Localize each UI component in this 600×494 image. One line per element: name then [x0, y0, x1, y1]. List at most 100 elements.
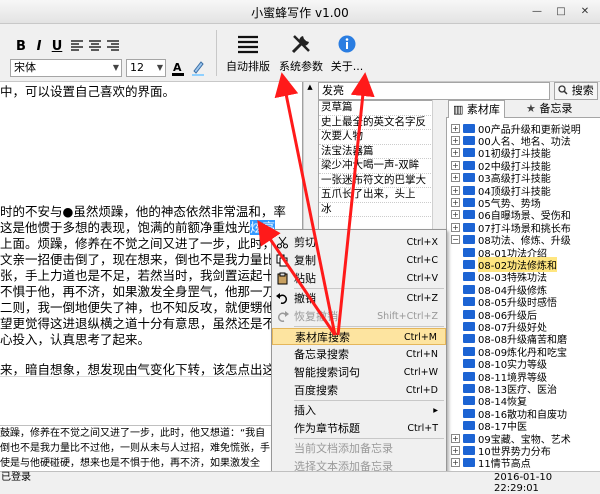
expand-icon[interactable]: +	[451, 197, 460, 207]
context-menu-item[interactable]: 智能搜索词句 Ctrl+W	[272, 364, 446, 381]
context-menu-item[interactable]: 剪切 Ctrl+X	[272, 234, 446, 251]
maximize-button[interactable]: □	[550, 3, 572, 19]
editor-area-continued[interactable]: 来，暗自想象，想发现由气变化下转，该怎点出这	[0, 356, 303, 376]
search-button[interactable]: 搜索	[554, 82, 598, 100]
paste-icon	[276, 272, 289, 285]
folder-icon	[463, 309, 475, 319]
list-item[interactable]: 五爪长了出来，头上	[319, 188, 439, 203]
auto-layout-button[interactable]: 自动排版	[222, 28, 274, 80]
folder-icon	[463, 297, 475, 307]
editor-line: 时的不安与●虽然烦躁，他的神态依然非常温和，率	[0, 204, 286, 219]
list-item[interactable]: 法宝法器篇	[319, 145, 439, 159]
expand-icon[interactable]: +	[451, 185, 460, 195]
list-item[interactable]: 梁少冲大喝一声-双眸	[319, 159, 439, 174]
folder-icon	[463, 123, 475, 133]
expand-icon[interactable]: +	[451, 123, 460, 133]
context-menu-label: 撤销	[294, 292, 316, 305]
about-button[interactable]: 关于...	[328, 28, 366, 80]
context-menu-item: 恢复撤销 Shift+Ctrl+Z	[272, 308, 446, 325]
expand-icon[interactable]: +	[451, 135, 460, 145]
expand-icon[interactable]: +	[451, 210, 460, 220]
context-menu-item[interactable]: 粘贴 Ctrl+V	[272, 270, 446, 287]
editor-area[interactable]: 中，可以设置自己喜欢的界面。 时的不安与●虽然烦躁，他的神态依然非常温和，率 这…	[0, 82, 303, 356]
toolbar-separator	[216, 30, 217, 76]
editor-line: 不惧于他，再不济，如果激发全身罡气，他那一刀	[0, 284, 276, 299]
context-menu-label: 粘贴	[294, 272, 316, 285]
tab-memo[interactable]: ★ 备忘录	[522, 100, 576, 118]
svg-text:A: A	[173, 61, 182, 74]
italic-button[interactable]: I	[32, 40, 46, 54]
expand-icon[interactable]: +	[451, 458, 460, 468]
context-menu-label: 恢复撤销	[294, 310, 338, 323]
font-size-select[interactable]: 12 ▼	[126, 59, 166, 77]
collapse-icon[interactable]: −	[451, 235, 460, 245]
context-menu-shortcut: Ctrl+D	[405, 385, 438, 396]
status-bar: 已登录 2016-01-10 22:29:01	[0, 471, 600, 494]
expand-icon[interactable]: +	[451, 222, 460, 232]
context-menu-item[interactable]: 作为章节标题 Ctrl+T	[272, 420, 446, 437]
folder-icon	[463, 160, 475, 170]
close-button[interactable]: ✕	[574, 3, 596, 19]
tree-item-label: 11情节高点	[478, 459, 531, 471]
expand-icon[interactable]: +	[451, 433, 460, 443]
tab-memo-label: 备忘录	[539, 102, 573, 115]
list-item[interactable]: 次要人物	[319, 130, 439, 145]
context-menu-shortcut: Ctrl+N	[406, 349, 438, 360]
search-icon	[558, 85, 568, 95]
list-item[interactable]: 灵草篇	[319, 101, 439, 116]
redo-icon	[276, 310, 289, 323]
context-menu-label: 智能搜索词句	[294, 366, 360, 379]
context-menu-item[interactable]: 复制 Ctrl+C	[272, 252, 446, 269]
editor-line: 文亲一招便击倒了，现在想来，倒也不是我力量比	[0, 252, 276, 267]
tools-icon	[276, 30, 326, 58]
editor-line: 来，暗自想象，想发现由气变化下转，该怎点出这	[0, 362, 276, 376]
context-menu-item[interactable]: 素材库搜索 Ctrl+M	[272, 328, 446, 345]
scroll-up-icon[interactable]: ▲	[305, 83, 315, 93]
font-color-icon[interactable]: A	[170, 59, 186, 77]
expand-icon[interactable]: +	[451, 148, 460, 158]
folder-icon	[463, 321, 475, 331]
folder-icon	[463, 148, 475, 158]
system-settings-button[interactable]: 系统参数	[276, 28, 326, 80]
menu-separator	[294, 326, 444, 327]
context-menu-shortcut: Ctrl+V	[406, 273, 438, 284]
bold-button[interactable]: B	[14, 40, 28, 54]
expand-icon[interactable]: +	[451, 445, 460, 455]
context-menu-label: 作为章节标题	[294, 422, 360, 435]
context-menu-item[interactable]: 备忘录搜索 Ctrl+N	[272, 346, 446, 363]
expand-icon[interactable]: +	[451, 160, 460, 170]
material-tree[interactable]: +00产品升级和更新说明 +00人名、地名、功法 +01初级打斗技能 +02中级打斗技…	[446, 118, 600, 471]
highlight-pen-icon[interactable]	[190, 59, 206, 77]
toolbar: B I U 宋体 ▼ 12 ▼ A 自动排版 系统参数 关于...	[0, 24, 600, 82]
align-left-icon[interactable]	[70, 40, 84, 54]
context-menu-shortcut: Ctrl+T	[407, 423, 438, 434]
font-select[interactable]: 宋体 ▼	[10, 59, 122, 77]
tree-folder-item[interactable]: +11情节高点	[451, 457, 531, 471]
book-icon: ▥	[453, 103, 464, 116]
search-input[interactable]: 发亮	[318, 82, 550, 100]
list-item[interactable]: 一张迷布符文的巴掌大	[319, 174, 439, 188]
tab-library[interactable]: ▥ 素材库	[448, 100, 505, 118]
underline-button[interactable]: U	[50, 40, 64, 54]
scissors-icon	[276, 236, 289, 249]
editor-line: 这是他惯于多想的表现，饱满的前额净重烛光炫亮	[0, 220, 276, 236]
context-menu-item[interactable]: 插入 ▸	[272, 402, 446, 419]
editor-line: 二则，我一倒地便失了神，也不知反攻，就便甥他	[0, 300, 276, 315]
info-icon	[328, 30, 366, 58]
align-justify-icon	[222, 30, 274, 58]
context-menu-item[interactable]: 百度搜索 Ctrl+D	[272, 382, 446, 399]
tab-library-label: 素材库	[466, 103, 500, 116]
align-center-icon[interactable]	[88, 40, 102, 54]
expand-icon[interactable]: +	[451, 173, 460, 183]
align-right-icon[interactable]	[106, 40, 120, 54]
folder-icon	[463, 445, 475, 455]
folder-icon	[463, 247, 475, 257]
context-menu-shortcut: Ctrl+Z	[406, 293, 438, 304]
context-menu-item[interactable]: 撤销 Ctrl+Z	[272, 290, 446, 307]
editor-line: 张，手上力道也是不足，若然当时，我剑置运起十	[0, 268, 276, 283]
minimize-button[interactable]: —	[526, 3, 548, 19]
list-item[interactable]: 冰	[319, 203, 439, 217]
list-item[interactable]: 史上最全的英文名字反	[319, 116, 439, 130]
editor-line: 上面。烦躁，修养在不觉之间又进了一步，此时，	[0, 236, 276, 251]
window-controls: — □ ✕	[526, 3, 596, 19]
